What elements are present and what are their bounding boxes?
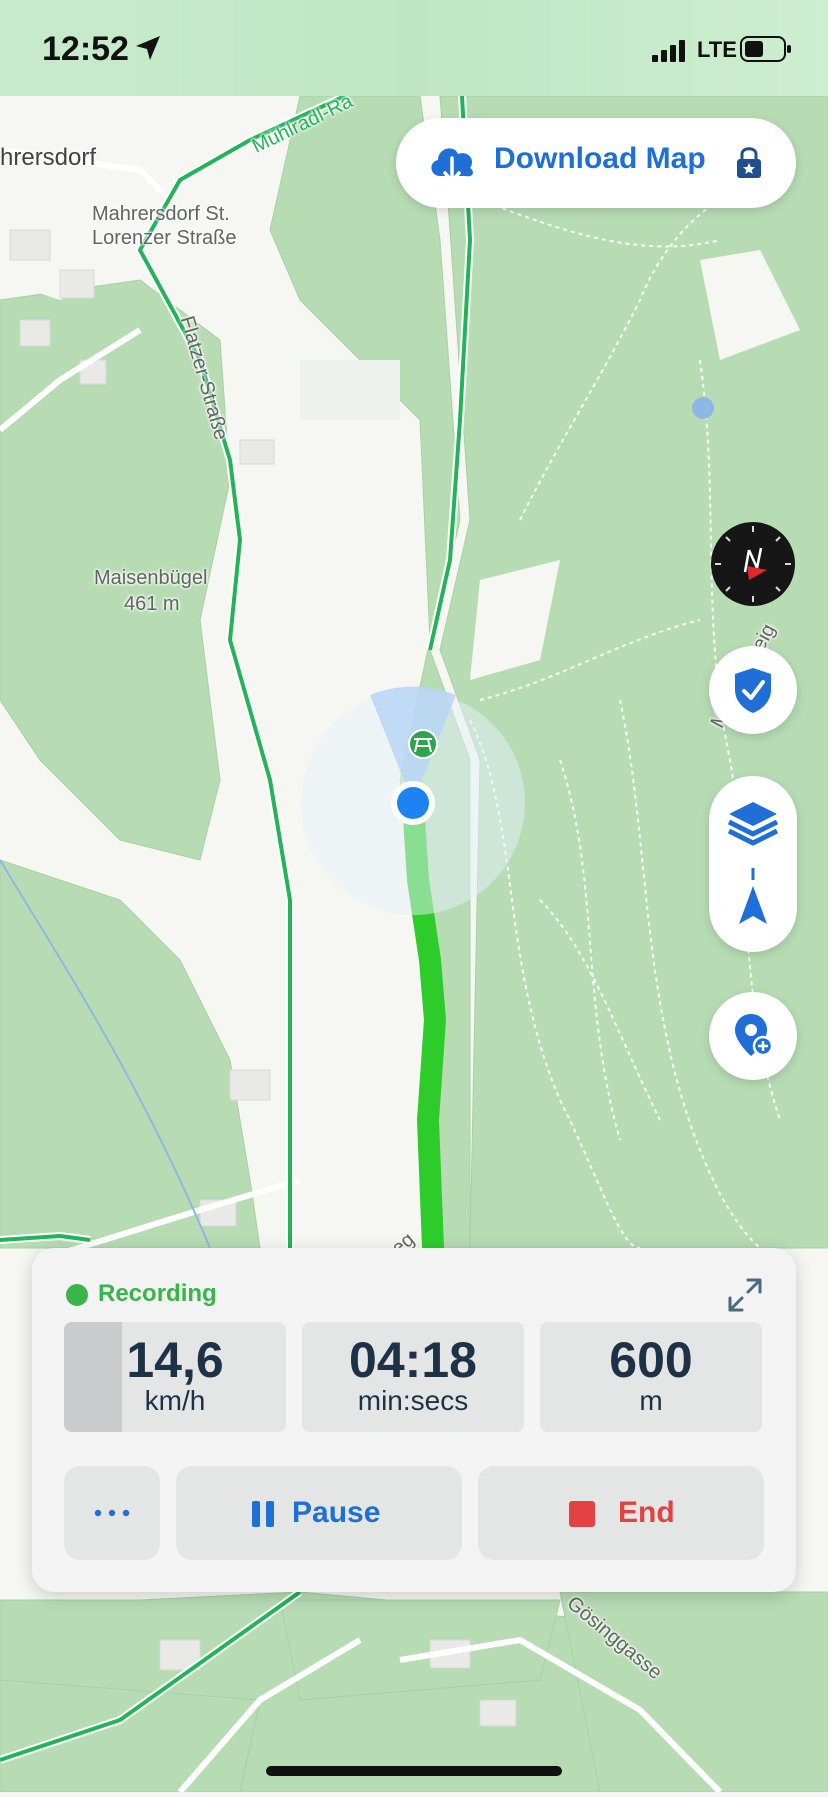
download-map-button[interactable]: Download Map — [396, 118, 796, 208]
end-label: End — [618, 1496, 675, 1529]
status-bar: 12:52 LTE — [0, 0, 828, 96]
distance-unit: m — [639, 1385, 663, 1416]
expand-icon[interactable] — [726, 1276, 764, 1314]
map-label-hill: Maisenbügel — [94, 567, 208, 589]
map-label-bus-stop: Mahrersdorf St. — [92, 203, 230, 225]
current-location-marker — [397, 787, 429, 819]
more-icon — [94, 1509, 130, 1517]
time-unit: min:secs — [357, 1385, 469, 1416]
map-label-village: hrersdorf — [0, 144, 97, 171]
pause-label: Pause — [292, 1496, 381, 1529]
compass-icon[interactable] — [709, 520, 797, 608]
battery-icon — [740, 36, 791, 62]
add-pin-button[interactable] — [709, 992, 797, 1080]
lock-star-icon — [737, 147, 761, 178]
add-pin-icon — [735, 1014, 774, 1057]
download-map-label: Download Map — [494, 142, 706, 175]
stop-icon — [569, 1501, 595, 1527]
recording-panel: Recording 14,6 km/h 04:18 min:secs 600 m… — [32, 1248, 796, 1592]
time-stat: 04:18 min:secs — [302, 1322, 524, 1432]
recording-status: Recording — [98, 1280, 217, 1307]
speed-unit: km/h — [144, 1385, 206, 1416]
navigation-arrow-icon[interactable] — [709, 864, 797, 952]
security-button[interactable] — [709, 646, 797, 734]
speed-stat: 14,6 km/h — [64, 1322, 286, 1432]
signal-icon — [652, 40, 685, 62]
clock: 12:52 — [42, 30, 129, 68]
location-arrow-icon — [136, 36, 160, 60]
layers-icon[interactable] — [709, 776, 797, 864]
pause-icon — [252, 1501, 274, 1527]
network-type: LTE — [697, 37, 737, 62]
distance-value: 600 — [609, 1332, 693, 1388]
time-value: 04:18 — [349, 1332, 477, 1388]
more-options-button[interactable] — [64, 1466, 160, 1560]
speed-value: 14,6 — [126, 1332, 224, 1388]
map-controls-group — [709, 776, 797, 952]
shield-check-icon — [735, 668, 771, 713]
cloud-download-icon — [431, 148, 473, 184]
pause-button[interactable]: Pause — [176, 1466, 462, 1560]
recording-indicator — [66, 1284, 88, 1306]
end-button[interactable]: End — [478, 1466, 764, 1560]
map-label-bus-stop-2: Lorenzer Straße — [92, 227, 237, 249]
map-label-hill-elevation: 461 m — [124, 593, 180, 615]
home-indicator — [266, 1766, 562, 1776]
distance-stat: 600 m — [540, 1322, 762, 1432]
